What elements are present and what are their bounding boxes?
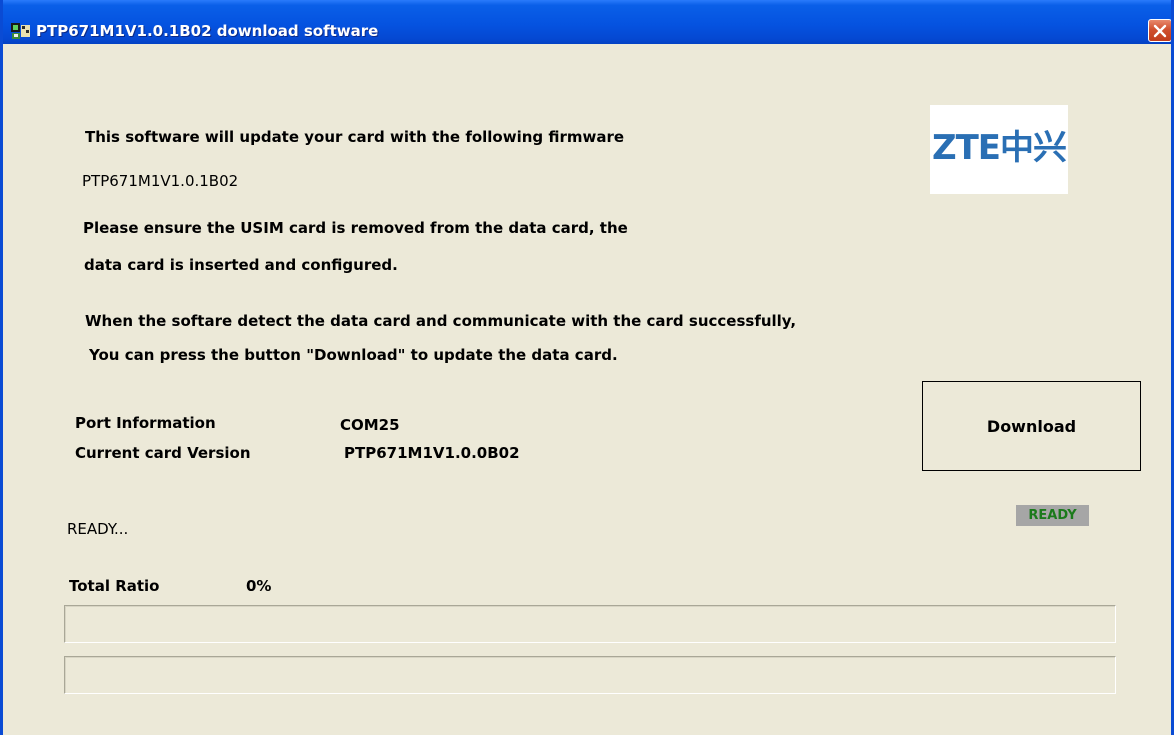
zte-logo: ZTE中兴 xyxy=(930,105,1068,194)
download-window: PTP671M1V1.0.1B02 download software This… xyxy=(0,0,1174,735)
port-label: Port Information xyxy=(75,414,216,432)
ensure-text-line1: Please ensure the USIM card is removed f… xyxy=(83,219,628,237)
version-value: PTP671M1V1.0.0B02 xyxy=(344,444,520,462)
close-button[interactable] xyxy=(1148,19,1171,42)
total-ratio-label: Total Ratio xyxy=(69,577,160,595)
ensure-text-line2: data card is inserted and configured. xyxy=(84,256,398,274)
download-button[interactable]: Download xyxy=(922,381,1141,471)
intro-text: This software will update your card with… xyxy=(85,128,625,146)
app-icon xyxy=(10,21,32,41)
version-label: Current card Version xyxy=(75,444,251,462)
status-message: READY... xyxy=(67,520,129,538)
window-title: PTP671M1V1.0.1B02 download software xyxy=(36,22,379,40)
title-bar[interactable]: PTP671M1V1.0.1B02 download software xyxy=(3,0,1171,44)
detect-text-line2: You can press the button "Download" to u… xyxy=(89,346,618,364)
status-badge: READY xyxy=(1016,505,1089,526)
detect-text-line1: When the softare detect the data card an… xyxy=(85,312,797,330)
zte-logo-text: ZTE中兴 xyxy=(931,128,1067,168)
file-progress-bar xyxy=(64,656,1116,694)
total-progress-bar xyxy=(64,605,1116,643)
port-value: COM25 xyxy=(340,416,400,434)
total-ratio-value: 0% xyxy=(246,577,272,595)
firmware-name: PTP671M1V1.0.1B02 xyxy=(82,172,239,190)
